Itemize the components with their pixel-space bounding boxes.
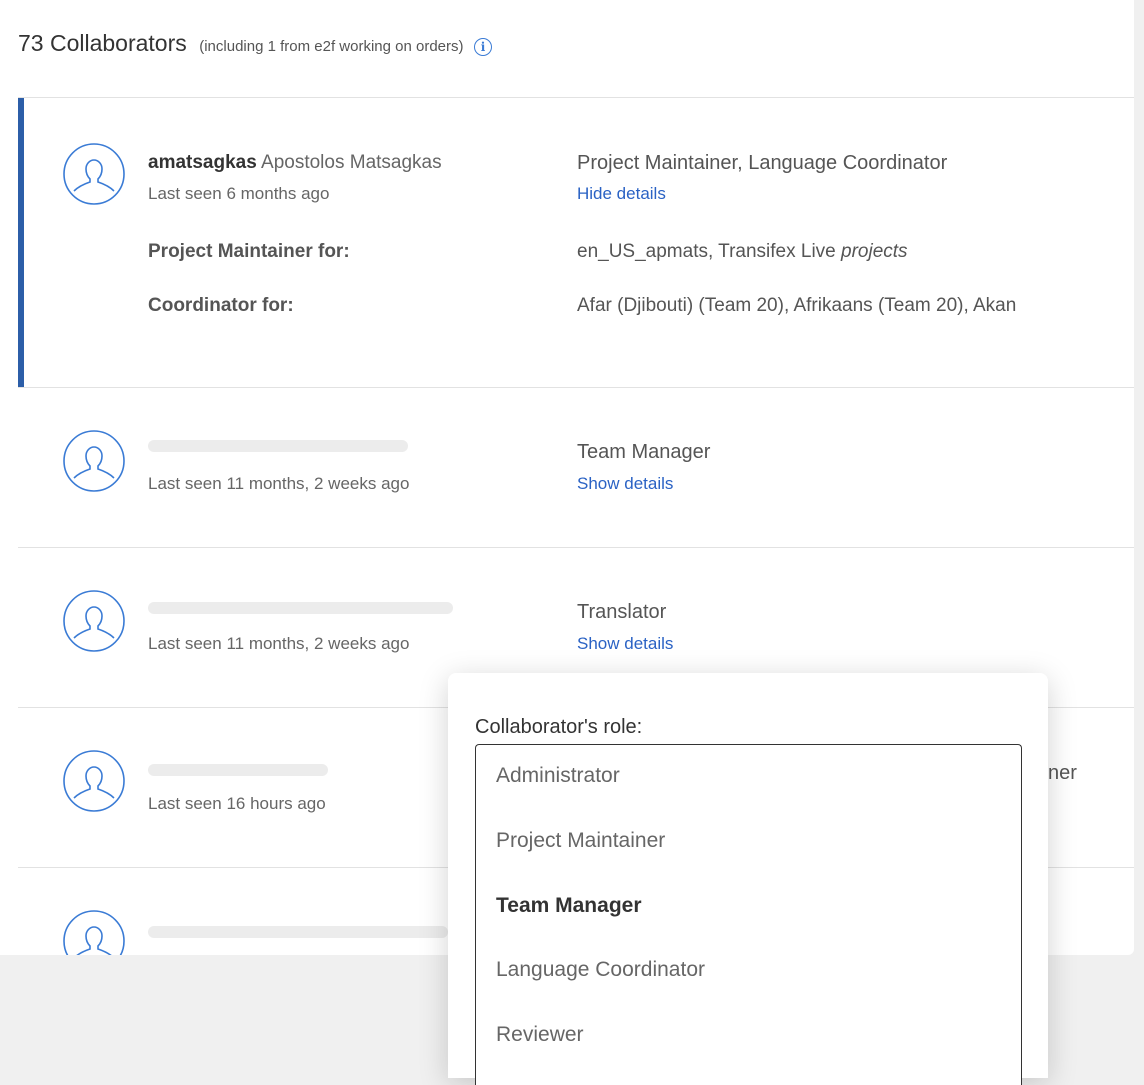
show-details-link[interactable]: Show details [577, 474, 673, 494]
selected-row-accent [18, 98, 24, 387]
role-option-reviewer[interactable]: Reviewer [496, 1023, 584, 1047]
role-option-project-maintainer[interactable]: Project Maintainer [496, 829, 665, 853]
role-option-administrator[interactable]: Administrator [496, 764, 620, 788]
collaborator-role: Project Maintainer, Language Coordinator [577, 152, 948, 174]
name-placeholder [148, 440, 408, 452]
name-placeholder [148, 764, 328, 776]
divider [18, 387, 1134, 388]
maintainer-for-label: Project Maintainer for: [148, 241, 350, 262]
avatar-icon [63, 143, 125, 205]
collaborators-header: 73 Collaborators (including 1 from e2f w… [18, 30, 492, 57]
collaborator-username[interactable]: amatsagkas [148, 152, 257, 173]
name-placeholder [148, 602, 453, 614]
avatar-icon [63, 430, 125, 492]
role-listbox[interactable]: Administrator Project Maintainer Team Ma… [475, 744, 1022, 1085]
show-details-link[interactable]: Show details [577, 634, 673, 654]
coordinator-for-value: Afar (Djibouti) (Team 20), Afrikaans (Te… [577, 295, 1017, 316]
coordinator-for-label: Coordinator for: [148, 295, 294, 316]
collaborator-count: 73 Collaborators [18, 30, 187, 56]
collaborator-role: Team Manager [577, 441, 711, 463]
info-icon[interactable]: i [473, 37, 492, 56]
maintainer-projects: en_US_apmats, Transifex Live [577, 241, 836, 262]
maintainer-projects-suffix: projects [841, 241, 908, 262]
avatar-icon [63, 590, 125, 652]
avatar-icon [63, 910, 125, 955]
collaborator-role-partial: ner [1048, 762, 1077, 784]
role-option-team-manager[interactable]: Team Manager [496, 894, 642, 918]
avatar-icon [63, 750, 125, 812]
collaborator-role: Translator [577, 601, 667, 623]
role-option-language-coordinator[interactable]: Language Coordinator [496, 958, 705, 982]
divider [18, 547, 1134, 548]
last-seen: Last seen 11 months, 2 weeks ago [148, 634, 410, 653]
collaborator-subtitle: (including 1 from e2f working on orders) [199, 38, 464, 55]
last-seen: Last seen 6 months ago [148, 184, 330, 203]
role-popover: Collaborator's role: Administrator Proje… [448, 673, 1048, 1085]
collaborator-name: amatsagkas Apostolos Matsagkas [148, 152, 442, 174]
last-seen: Last seen 16 hours ago [148, 794, 326, 813]
maintainer-for-value: en_US_apmats, Transifex Live projects [577, 241, 908, 263]
collaborator-full-name: Apostolos Matsagkas [261, 152, 442, 173]
last-seen: Last seen 11 months, 2 weeks ago [148, 474, 410, 493]
role-label: Collaborator's role: [475, 716, 643, 738]
hide-details-link[interactable]: Hide details [577, 184, 666, 204]
name-placeholder [148, 926, 448, 938]
divider [18, 97, 1134, 98]
